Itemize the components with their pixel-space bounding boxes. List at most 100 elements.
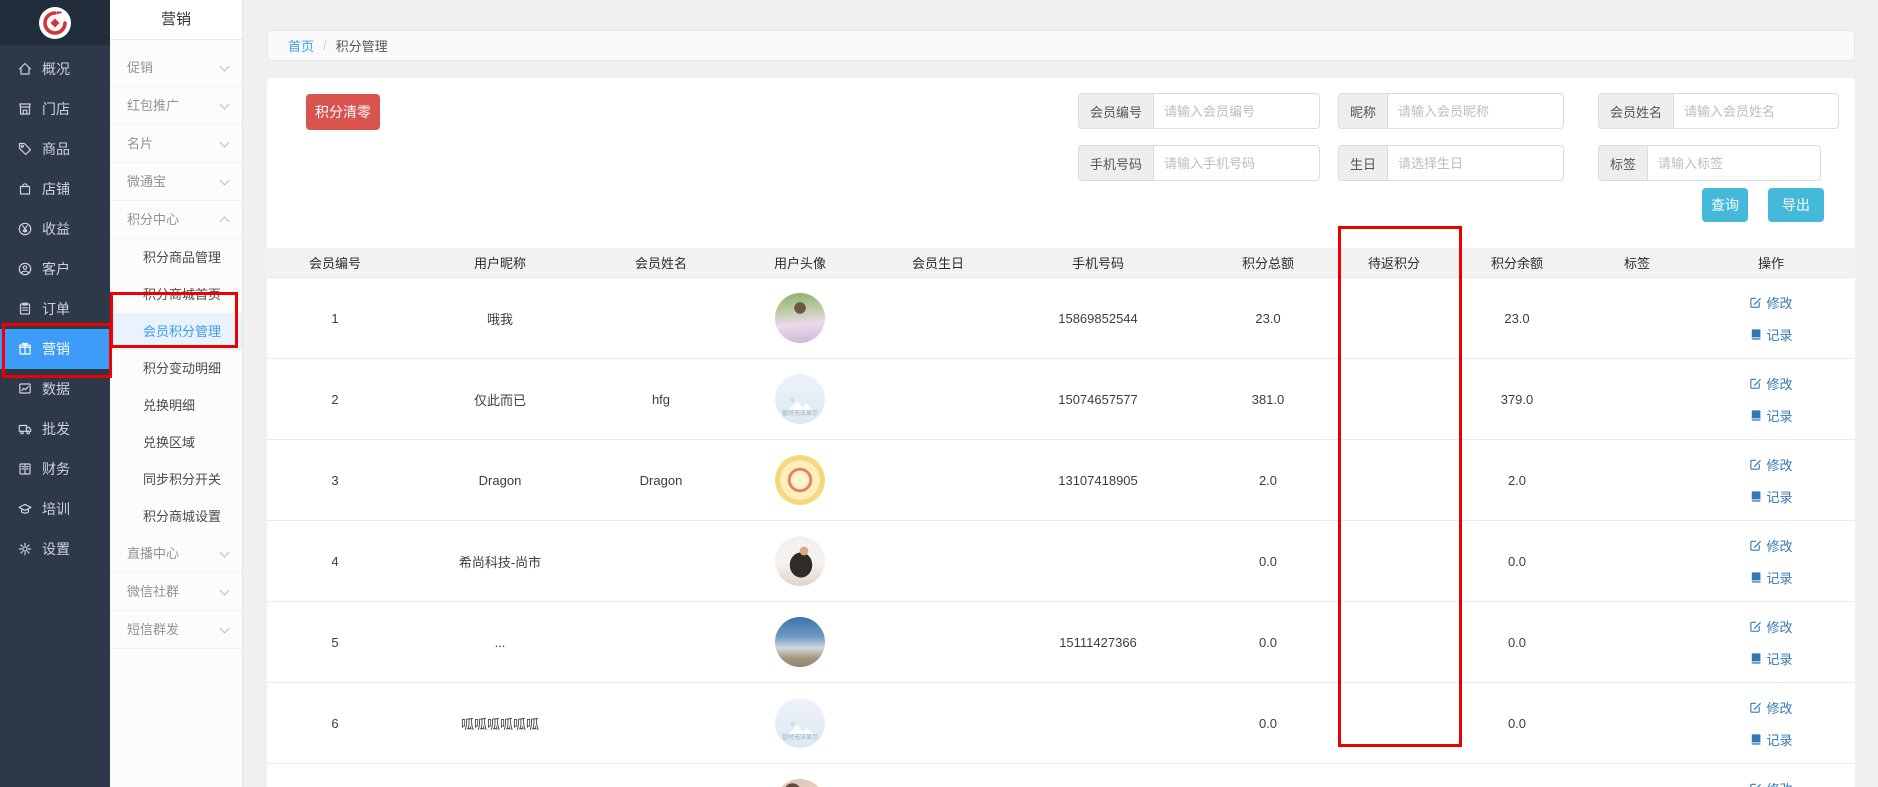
menu-item[interactable]: 名片 — [110, 125, 242, 163]
member-id-input[interactable] — [1154, 94, 1320, 128]
edit-link[interactable]: 修改 — [1749, 617, 1793, 636]
record-link[interactable]: 记录 — [1749, 406, 1793, 425]
menu-item[interactable]: 红包推广 — [110, 87, 242, 125]
menu-item[interactable]: 兑换区域 — [110, 424, 242, 461]
menu-item-label: 会员积分管理 — [143, 324, 222, 339]
menu-item-label: 名片 — [127, 136, 154, 151]
rail-item[interactable]: 收益 — [0, 209, 110, 249]
menu-item[interactable]: 积分商城设置 — [110, 498, 242, 535]
edit-link-label: 修改 — [1766, 295, 1793, 311]
nickname-input[interactable] — [1388, 94, 1564, 128]
cell-birthday — [875, 763, 1001, 787]
birthday-input[interactable] — [1388, 146, 1564, 180]
cell-member-name — [597, 520, 725, 602]
edit-link[interactable]: 修改 — [1749, 698, 1793, 717]
edit-icon — [1749, 377, 1762, 390]
cell-points-total: 0.0 — [1195, 763, 1341, 787]
menu-item[interactable]: 短信群发 — [110, 611, 242, 649]
cell-phone: 15111427366 — [1001, 601, 1195, 683]
edit-link[interactable]: 修改 — [1749, 536, 1793, 555]
breadcrumb-home-link[interactable]: 首页 — [288, 36, 314, 55]
phone-input[interactable] — [1154, 146, 1320, 180]
chevron-icon — [219, 137, 230, 148]
chevron-icon — [219, 547, 230, 558]
rail-item[interactable]: 客户 — [0, 249, 110, 289]
cell-points-balance: 0.0 — [1447, 763, 1587, 787]
record-link[interactable]: 记录 — [1749, 325, 1793, 344]
rail-item[interactable]: 批发 — [0, 409, 110, 449]
cell-birthday — [875, 277, 1001, 359]
cell-avatar — [725, 763, 875, 787]
cell-nickname: 呱呱呱呱呱呱 — [403, 682, 597, 764]
filter-nickname-label: 昵称 — [1339, 94, 1389, 128]
cell-member-id: 6 — [267, 682, 403, 764]
cell-member-id: 3 — [267, 439, 403, 521]
rail-item[interactable]: 培训 — [0, 489, 110, 529]
rail-item[interactable]: 设置 — [0, 529, 110, 569]
query-button[interactable]: 查询 — [1702, 188, 1748, 222]
menu-item-label: 红包推广 — [127, 98, 180, 113]
record-link[interactable]: 记录 — [1749, 568, 1793, 587]
clear-points-button[interactable]: 积分清零 — [306, 94, 380, 130]
cell-nickname: 仅此而已 — [403, 358, 597, 440]
cell-tags — [1587, 601, 1687, 683]
edit-link[interactable]: 修改 — [1749, 374, 1793, 393]
edit-link[interactable]: 修改 — [1749, 293, 1793, 312]
record-link[interactable]: 记录 — [1749, 730, 1793, 749]
export-button[interactable]: 导出 — [1768, 188, 1824, 222]
record-link[interactable]: 记录 — [1749, 649, 1793, 668]
edit-link-label: 修改 — [1766, 457, 1793, 473]
rail-item[interactable]: 店铺 — [0, 169, 110, 209]
table-row: 6 呱呱呱呱呱呱 暂时无法显示 0.0 0.0 修改 记录 — [267, 682, 1855, 764]
rail-item[interactable]: 订单 — [0, 289, 110, 329]
rail-item-label: 设置 — [42, 541, 70, 557]
rail-item[interactable]: 门店 — [0, 89, 110, 129]
menu-item[interactable]: 兑换明细 — [110, 387, 242, 424]
menu-item[interactable]: 积分变动明细 — [110, 350, 242, 387]
rail-item-icon — [17, 421, 33, 437]
rail-item-label: 客户 — [42, 261, 70, 277]
user-avatar — [775, 455, 825, 505]
menu-item[interactable]: 促销 — [110, 49, 242, 87]
rail-item[interactable]: 概况 — [0, 49, 110, 89]
menu-item[interactable]: 同步积分开关 — [110, 461, 242, 498]
cell-member-id: 4 — [267, 520, 403, 602]
menu-item[interactable]: 积分商品管理 — [110, 239, 242, 276]
menu-item-label: 积分商品管理 — [143, 250, 222, 265]
record-icon — [1749, 409, 1762, 422]
menu-item[interactable]: 积分商城首页 — [110, 276, 242, 313]
cell-points-pending — [1341, 520, 1447, 602]
menu-item-label: 兑换明细 — [143, 398, 196, 413]
edit-link[interactable]: 修改 — [1749, 455, 1793, 474]
rail-item[interactable]: 数据 — [0, 369, 110, 409]
chevron-icon — [219, 623, 230, 634]
rail-item[interactable]: 财务 — [0, 449, 110, 489]
menu-item[interactable]: 会员积分管理 — [110, 313, 242, 350]
tags-input[interactable] — [1648, 146, 1821, 180]
rail-item[interactable]: 营销 — [0, 329, 110, 369]
edit-link[interactable]: 修改 — [1749, 779, 1793, 787]
cell-tags — [1587, 358, 1687, 440]
cell-points-balance: 0.0 — [1447, 682, 1587, 764]
member-name-input[interactable] — [1674, 94, 1839, 128]
menu-item[interactable]: 直播中心 — [110, 535, 242, 573]
cell-points-balance: 2.0 — [1447, 439, 1587, 521]
edit-link-label: 修改 — [1766, 376, 1793, 392]
filter-member-id: 会员编号 — [1078, 93, 1321, 129]
menu-item[interactable]: 微通宝 — [110, 163, 242, 201]
table-header-row: 会员编号 用户昵称 会员姓名 用户头像 会员生日 手机号码 积分总额 待返积分 积分余额 标签 操作 — [267, 248, 1855, 278]
column-header: 标签 — [1587, 248, 1687, 278]
submenu-list: 促销 红包推广 名片 微通宝 积分中心 积分商品管理 积分商城首页 会员积分管理… — [110, 40, 242, 649]
column-header: 会员姓名 — [597, 248, 725, 278]
cell-phone — [1001, 682, 1195, 764]
submenu-title: 营销 — [110, 0, 242, 40]
cell-nickname: 宝妈“团”经理 微丽13475933 — [403, 763, 597, 787]
rail-item-icon — [17, 541, 33, 557]
record-link[interactable]: 记录 — [1749, 487, 1793, 506]
chevron-icon — [219, 215, 230, 226]
menu-item[interactable]: 微信社群 — [110, 573, 242, 611]
avatar-placeholder-caption: 暂时无法显示 — [781, 411, 818, 417]
rail-item[interactable]: 商品 — [0, 129, 110, 169]
menu-item[interactable]: 积分中心 — [110, 201, 242, 239]
cell-avatar — [725, 520, 875, 602]
